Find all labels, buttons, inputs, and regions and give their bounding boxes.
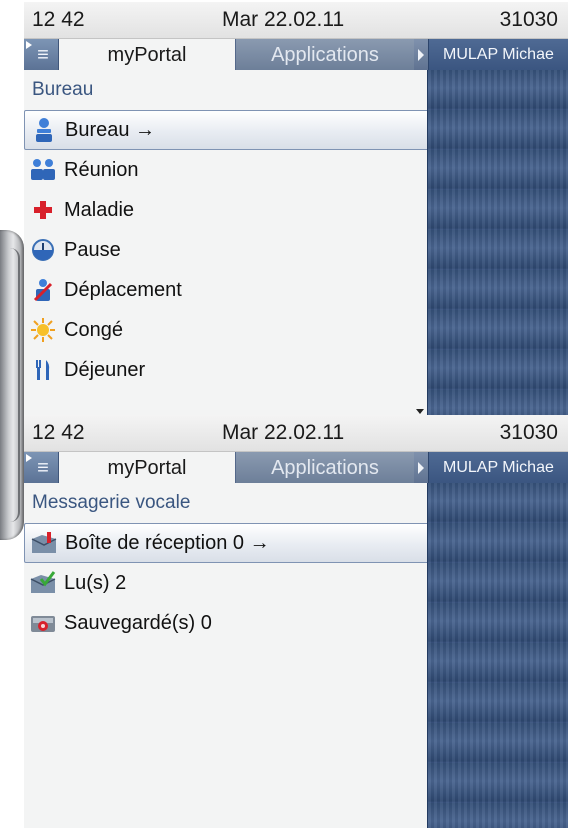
tab-applications[interactable]: Applications bbox=[235, 452, 414, 484]
section-title: Messagerie vocale bbox=[32, 492, 191, 513]
inbox-icon bbox=[29, 529, 59, 557]
list-item-saved[interactable]: Sauvegardé(s) 0 bbox=[24, 603, 428, 643]
list-item-label: Maladie bbox=[64, 198, 135, 221]
phone-screen-presence: 12 42 Mar 22.02.11 31030 ≡ myPortal Appl… bbox=[24, 2, 568, 415]
list-item-deplacement[interactable]: Déplacement bbox=[24, 270, 428, 310]
tab-scroll-right-icon[interactable] bbox=[414, 452, 428, 484]
tab-myportal[interactable]: myPortal bbox=[59, 452, 235, 484]
device-bezel bbox=[0, 230, 24, 540]
list-item-inbox[interactable]: Boîte de réception 0 → bbox=[24, 523, 432, 563]
menu-icon: ≡ bbox=[37, 44, 49, 66]
meeting-people-icon bbox=[28, 156, 58, 184]
saved-icon bbox=[28, 609, 58, 637]
list-item-label: Bureau → bbox=[65, 118, 156, 141]
tab-bar: ≡ myPortal Applications MULAP Michae bbox=[24, 39, 568, 71]
tab-bar: ≡ myPortal Applications MULAP Michae bbox=[24, 452, 568, 484]
sun-icon bbox=[28, 316, 58, 344]
tab-scroll-right-icon[interactable] bbox=[414, 39, 428, 71]
list-item-reunion[interactable]: Réunion bbox=[24, 150, 428, 190]
status-bar: 12 42 Mar 22.02.11 31030 bbox=[24, 2, 568, 39]
menu-icon: ≡ bbox=[37, 457, 49, 479]
list-item-maladie[interactable]: Maladie bbox=[24, 190, 428, 230]
status-bar: 12 42 Mar 22.02.11 31030 bbox=[24, 415, 568, 452]
cutlery-icon bbox=[28, 356, 58, 384]
section-title: Bureau bbox=[32, 79, 94, 100]
user-name: MULAP Michae bbox=[428, 452, 568, 484]
side-panel bbox=[427, 70, 568, 415]
side-panel bbox=[427, 483, 568, 828]
list-item-label: Lu(s) 2 bbox=[64, 571, 127, 594]
presence-list: Bureau Bureau → Réunion Maladie Pause Dé… bbox=[24, 70, 432, 415]
list-item-label: Boîte de réception 0 → bbox=[65, 531, 270, 554]
extension-number: 31030 bbox=[499, 8, 558, 31]
list-item-label: Sauvegardé(s) 0 bbox=[64, 611, 212, 634]
red-cross-icon bbox=[28, 196, 58, 224]
person-icon bbox=[29, 116, 59, 144]
list-item-label: Déplacement bbox=[64, 278, 182, 301]
list-item-read[interactable]: Lu(s) 2 bbox=[24, 563, 428, 603]
travel-icon bbox=[28, 276, 58, 304]
list-item-label: Déjeuner bbox=[64, 358, 146, 381]
clock-time: 12 42 bbox=[32, 8, 85, 31]
voicemail-list: Messagerie vocale Boîte de réception 0 →… bbox=[24, 483, 432, 828]
menu-button[interactable]: ≡ bbox=[24, 452, 59, 484]
list-item-label: Réunion bbox=[64, 158, 139, 181]
list-item-dejeuner[interactable]: Déjeuner bbox=[24, 350, 428, 390]
clock-time: 12 42 bbox=[32, 421, 85, 444]
tab-applications[interactable]: Applications bbox=[235, 39, 414, 71]
clock-icon bbox=[28, 236, 58, 264]
status-date: Mar 22.02.11 bbox=[222, 421, 345, 444]
list-item-conge[interactable]: Congé bbox=[24, 310, 428, 350]
list-item-label: Congé bbox=[64, 318, 123, 341]
phone-screen-voicemail: 12 42 Mar 22.02.11 31030 ≡ myPortal Appl… bbox=[24, 415, 568, 828]
list-item-label: Pause bbox=[64, 238, 121, 261]
tab-myportal[interactable]: myPortal bbox=[59, 39, 235, 71]
status-date: Mar 22.02.11 bbox=[222, 8, 345, 31]
scroll-down-icon[interactable] bbox=[416, 409, 424, 414]
read-mail-icon bbox=[28, 569, 58, 597]
list-item-bureau[interactable]: Bureau → bbox=[24, 110, 432, 150]
user-name: MULAP Michae bbox=[428, 39, 568, 71]
menu-button[interactable]: ≡ bbox=[24, 39, 59, 71]
list-item-pause[interactable]: Pause bbox=[24, 230, 428, 270]
extension-number: 31030 bbox=[499, 421, 558, 444]
